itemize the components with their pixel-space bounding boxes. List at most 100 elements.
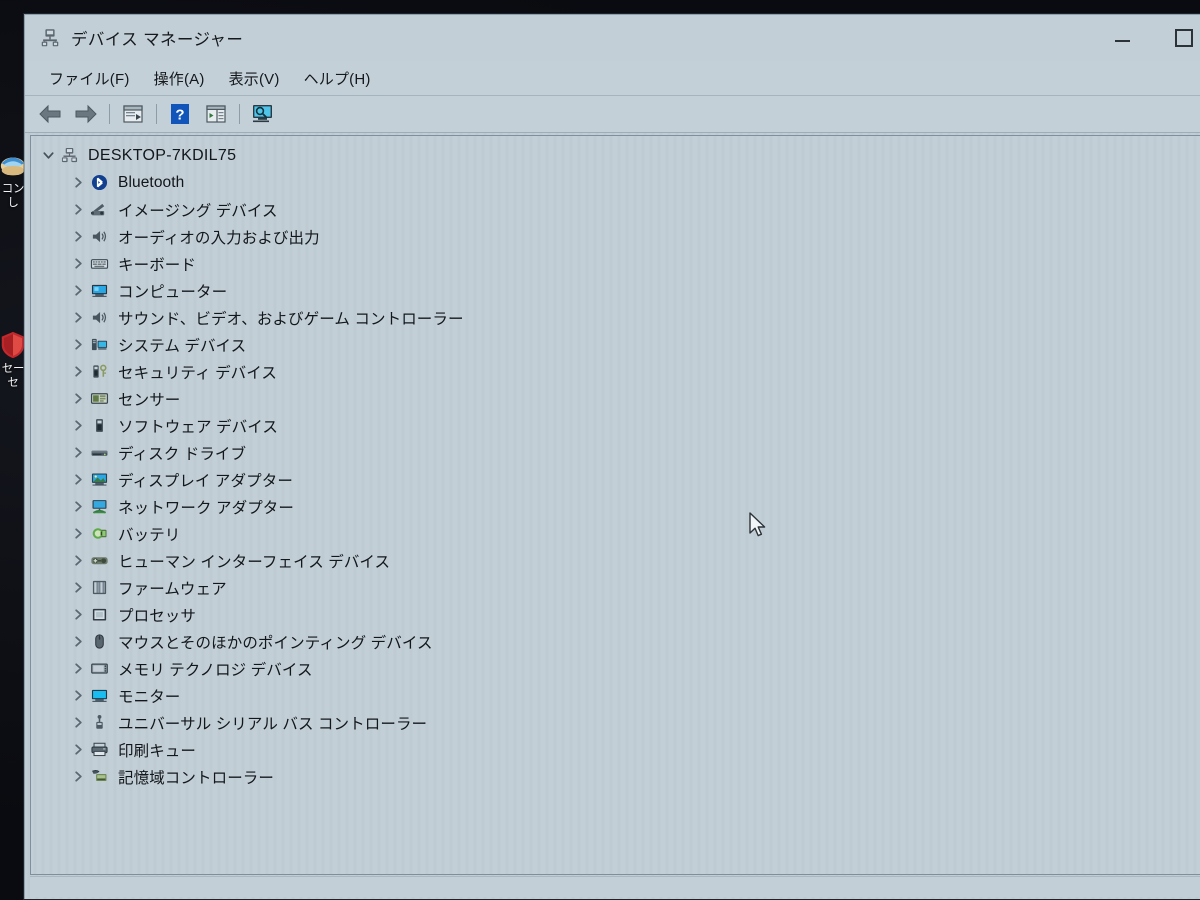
tree-node[interactable]: システム デバイス xyxy=(31,331,1200,358)
hid-icon xyxy=(90,557,108,565)
expand-twisty[interactable] xyxy=(69,660,87,678)
chevron-right-icon xyxy=(74,609,82,620)
tree-node[interactable]: コンピューター xyxy=(31,277,1200,304)
disk-drive-icon xyxy=(89,444,109,462)
expand-twisty[interactable] xyxy=(69,390,87,408)
tree-node-label: セキュリティ デバイス xyxy=(118,364,278,382)
audio-icon xyxy=(92,231,106,243)
expand-twisty[interactable] xyxy=(69,282,87,300)
scan-hardware-button[interactable] xyxy=(248,100,278,128)
expand-twisty[interactable] xyxy=(69,417,87,435)
security-device-icon xyxy=(89,363,109,381)
show-hide-tree-button[interactable] xyxy=(201,100,231,128)
menu-help[interactable]: ヘルプ(H) xyxy=(292,65,383,92)
expand-twisty[interactable] xyxy=(69,606,87,624)
properties-icon xyxy=(123,105,143,123)
tree-node-label: ディスク ドライブ xyxy=(118,445,247,463)
tree-node[interactable]: プロセッサ xyxy=(31,601,1200,628)
expand-twisty[interactable] xyxy=(69,498,87,516)
menu-view[interactable]: 表示(V) xyxy=(217,65,292,92)
chevron-down-icon xyxy=(42,152,54,159)
memory-technology-icon xyxy=(89,660,109,678)
display-adapter-icon xyxy=(89,471,109,489)
tree-node[interactable]: 記憶域コントローラー xyxy=(31,763,1200,790)
expand-twisty[interactable] xyxy=(69,309,87,327)
chevron-right-icon xyxy=(74,663,82,674)
tree-node[interactable]: 印刷キュー xyxy=(31,736,1200,763)
tree-node[interactable]: ディスク ドライブ xyxy=(31,439,1200,466)
root-twisty[interactable] xyxy=(39,147,57,165)
system-device-icon xyxy=(89,336,109,354)
expand-twisty[interactable] xyxy=(69,255,87,273)
chevron-right-icon xyxy=(74,771,82,782)
expand-twisty[interactable] xyxy=(69,363,87,381)
back-button[interactable] xyxy=(35,100,65,128)
expand-twisty[interactable] xyxy=(69,525,87,543)
tree-node[interactable]: モニター xyxy=(31,682,1200,709)
menu-file[interactable]: ファイル(F) xyxy=(37,65,142,92)
tree-node[interactable]: オーディオの入力および出力 xyxy=(31,223,1200,250)
tree-node[interactable]: キーボード xyxy=(31,250,1200,277)
expand-twisty[interactable] xyxy=(69,552,87,570)
tree-node-label: システム デバイス xyxy=(118,337,247,355)
tree-node[interactable]: サウンド、ビデオ、およびゲーム コントローラー xyxy=(31,304,1200,331)
computer-icon xyxy=(91,284,107,298)
expand-twisty[interactable] xyxy=(69,714,87,732)
mouse-icon xyxy=(89,633,109,651)
chevron-right-icon xyxy=(74,447,82,458)
menu-action[interactable]: 操作(A) xyxy=(142,65,217,92)
expand-twisty[interactable] xyxy=(69,201,87,219)
window-controls xyxy=(1091,15,1200,61)
tree-node-root[interactable]: DESKTOP-7KDIL75 xyxy=(31,142,1200,169)
tree-node-label: サウンド、ビデオ、およびゲーム コントローラー xyxy=(118,310,464,328)
tree-node[interactable]: イメージング デバイス xyxy=(31,196,1200,223)
tree-node[interactable]: バッテリ xyxy=(31,520,1200,547)
expand-twisty[interactable] xyxy=(69,687,87,705)
status-bar xyxy=(30,877,1200,897)
expand-twisty[interactable] xyxy=(69,768,87,786)
show-hide-tree-icon xyxy=(206,105,226,123)
usb-controller-icon xyxy=(95,714,103,729)
tree-node[interactable]: セキュリティ デバイス xyxy=(31,358,1200,385)
chevron-right-icon xyxy=(74,501,82,512)
help-icon: ? xyxy=(171,104,189,124)
tree-node[interactable]: センサー xyxy=(31,385,1200,412)
expand-twisty[interactable] xyxy=(69,579,87,597)
expand-twisty[interactable] xyxy=(69,444,87,462)
menu-bar: ファイル(F) 操作(A) 表示(V) ヘルプ(H) xyxy=(25,61,1200,96)
window-titlebar[interactable]: デバイス マネージャー xyxy=(25,15,1200,61)
help-button[interactable]: ? xyxy=(165,100,195,128)
minimize-button[interactable] xyxy=(1091,15,1153,61)
expand-twisty[interactable] xyxy=(69,228,87,246)
tree-node[interactable]: メモリ テクノロジ デバイス xyxy=(31,655,1200,682)
imaging-device-icon xyxy=(89,201,109,219)
device-manager-window: デバイス マネージャー ファイル(F) 操作(A) 表示(V) ヘルプ(H) ?… xyxy=(24,14,1200,899)
maximize-button[interactable] xyxy=(1153,15,1200,61)
tree-node-label: ネットワーク アダプター xyxy=(118,499,295,517)
expand-twisty[interactable] xyxy=(69,633,87,651)
device-tree-panel[interactable]: DESKTOP-7KDIL75 Bluetooth イメージング デバイス オーディオ… xyxy=(30,135,1200,875)
expand-twisty[interactable] xyxy=(69,336,87,354)
processor-icon xyxy=(92,608,106,621)
chevron-right-icon xyxy=(74,717,82,728)
mouse-icon xyxy=(94,634,104,649)
tree-node[interactable]: ファームウェア xyxy=(31,574,1200,601)
tree-node-label: ソフトウェア デバイス xyxy=(118,418,278,436)
expand-twisty[interactable] xyxy=(69,471,87,489)
tree-node[interactable]: ディスプレイ アダプター xyxy=(31,466,1200,493)
tree-node[interactable]: Bluetooth xyxy=(31,169,1200,196)
tree-node[interactable]: ヒューマン インターフェイス デバイス xyxy=(31,547,1200,574)
tree-node[interactable]: マウスとそのほかのポインティング デバイス xyxy=(31,628,1200,655)
chevron-right-icon xyxy=(74,366,82,377)
expand-twisty[interactable] xyxy=(69,174,87,192)
tree-node[interactable]: ネットワーク アダプター xyxy=(31,493,1200,520)
expand-twisty[interactable] xyxy=(69,741,87,759)
chevron-right-icon xyxy=(74,285,82,296)
properties-button[interactable] xyxy=(118,100,148,128)
storage-controller-icon xyxy=(89,768,109,786)
forward-button[interactable] xyxy=(71,100,101,128)
tree-node[interactable]: ユニバーサル シリアル バス コントローラー xyxy=(31,709,1200,736)
tree-node[interactable]: ソフトウェア デバイス xyxy=(31,412,1200,439)
tree-node-label: ディスプレイ アダプター xyxy=(118,472,293,490)
tree-node-label: キーボード xyxy=(118,256,197,274)
